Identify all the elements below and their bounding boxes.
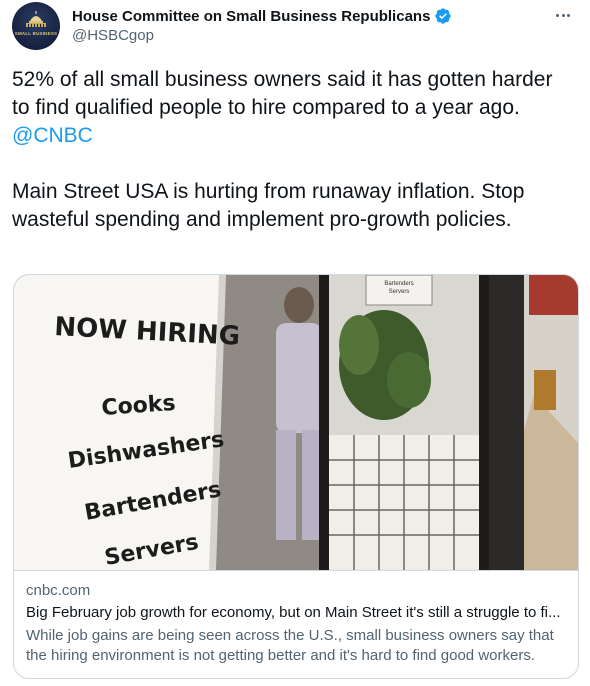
card-description: While job gains are being seen across th… xyxy=(26,627,554,664)
sign-item-1: Cooks xyxy=(101,391,177,421)
hiring-sign-photo: Bartenders Servers NOW HIRING Cooks Dish… xyxy=(14,275,578,570)
capitol-dome-icon xyxy=(26,11,46,27)
mention-link[interactable]: @CNBC xyxy=(12,124,93,147)
card-text-area: cnbc.com Big February job growth for eco… xyxy=(14,570,578,678)
author-handle[interactable]: @HSBCgop xyxy=(72,27,154,44)
link-card[interactable]: Bartenders Servers NOW HIRING Cooks Dish… xyxy=(13,274,579,679)
tweet: SMALL BUSINESS House Committee on Small … xyxy=(0,0,590,686)
card-title: Big February job growth for economy, but… xyxy=(26,604,561,621)
card-domain: cnbc.com xyxy=(26,582,91,599)
small-note-line-2: Servers xyxy=(389,289,410,295)
tweet-paragraph-2: Main Street USA is hurting from runaway … xyxy=(12,180,525,231)
tweet-text: 52% of all small business owners said it… xyxy=(12,66,572,234)
more-horizontal-icon[interactable] xyxy=(554,6,572,24)
avatar[interactable]: SMALL BUSINESS xyxy=(12,2,60,50)
small-note-line-1: Bartenders xyxy=(384,281,413,287)
author-name-row: House Committee on Small Business Republ… xyxy=(72,6,452,26)
author-display-name[interactable]: House Committee on Small Business Republ… xyxy=(72,8,430,25)
verified-badge-icon xyxy=(435,8,452,24)
card-image: Bartenders Servers NOW HIRING Cooks Dish… xyxy=(14,275,578,570)
tweet-paragraph-1: 52% of all small business owners said it… xyxy=(12,66,572,150)
tweet-paragraph-1-text: 52% of all small business owners said it… xyxy=(12,68,553,119)
avatar-caption: SMALL BUSINESS xyxy=(14,31,58,36)
